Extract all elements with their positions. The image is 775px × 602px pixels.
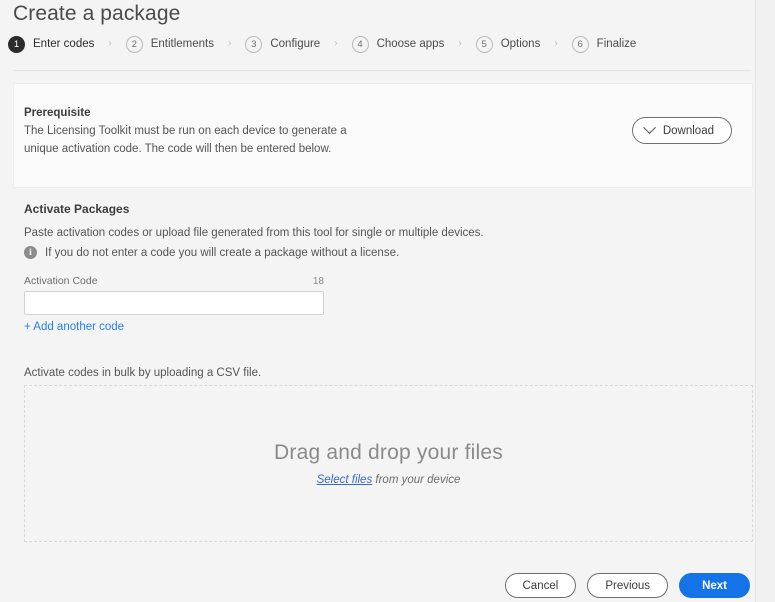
bulk-upload-label: Activate codes in bulk by uploading a CS… xyxy=(24,367,262,379)
create-package-page: Create a package 1 Enter codes › 2 Entit… xyxy=(0,0,775,602)
wizard-stepper: 1 Enter codes › 2 Entitlements › 3 Confi… xyxy=(8,33,636,55)
step-separator-icon: › xyxy=(458,38,462,49)
step-separator-icon: › xyxy=(228,38,232,49)
activation-code-label-row: Activation Code 18 xyxy=(24,275,324,287)
step-number: 1 xyxy=(8,35,25,53)
step-number: 6 xyxy=(571,35,589,53)
step-separator-icon: › xyxy=(554,38,558,49)
step-finalize[interactable]: 6 Finalize xyxy=(571,35,637,53)
step-label: Finalize xyxy=(596,38,637,50)
step-enter-codes[interactable]: 1 Enter codes xyxy=(8,35,95,53)
next-button[interactable]: Next xyxy=(679,573,750,598)
step-separator-icon: › xyxy=(108,38,112,49)
dropzone-title: Drag and drop your files xyxy=(274,441,503,464)
license-note: i If you do not enter a code you will cr… xyxy=(24,246,399,259)
step-number: 3 xyxy=(245,35,263,53)
previous-button[interactable]: Previous xyxy=(587,573,669,598)
step-choose-apps[interactable]: 4 Choose apps xyxy=(351,35,445,53)
step-configure[interactable]: 3 Configure xyxy=(245,35,321,53)
prerequisite-title: Prerequisite xyxy=(24,107,91,119)
step-label: Enter codes xyxy=(33,38,95,50)
activation-code-counter: 18 xyxy=(312,276,324,287)
add-another-code-link[interactable]: + Add another code xyxy=(24,321,124,333)
activation-code-input[interactable] xyxy=(24,291,324,315)
download-button-label: Download xyxy=(662,124,714,137)
step-entitlements[interactable]: 2 Entitlements xyxy=(125,35,214,53)
step-separator-icon: › xyxy=(334,38,338,49)
activation-code-field: Activation Code 18 xyxy=(24,275,324,315)
select-files-link[interactable]: Select files xyxy=(317,474,373,486)
cancel-button[interactable]: Cancel xyxy=(504,573,577,598)
license-note-text: If you do not enter a code you will crea… xyxy=(45,246,400,259)
header-divider xyxy=(13,70,751,71)
step-label: Configure xyxy=(270,38,321,50)
download-button[interactable]: Download xyxy=(631,117,732,144)
file-dropzone[interactable]: Drag and drop your files Select files fr… xyxy=(24,385,753,542)
chevron-down-icon xyxy=(642,121,656,135)
step-label: Options xyxy=(500,38,541,50)
dropzone-subtitle: Select files from your device xyxy=(317,474,461,486)
step-options[interactable]: 5 Options xyxy=(475,35,541,53)
activate-packages-title: Activate Packages xyxy=(24,202,130,216)
step-number: 4 xyxy=(351,35,369,53)
step-label: Choose apps xyxy=(376,38,445,50)
prerequisite-card: Prerequisite The Licensing Toolkit must … xyxy=(13,83,753,188)
step-label: Entitlements xyxy=(150,38,214,50)
step-number: 2 xyxy=(125,35,143,53)
vertical-scrollbar[interactable] xyxy=(755,0,775,602)
activate-packages-subtitle: Paste activation codes or upload file ge… xyxy=(24,227,484,239)
info-icon: i xyxy=(24,246,37,259)
step-number: 5 xyxy=(475,35,493,53)
dropzone-subtitle-suffix: from your device xyxy=(372,474,461,486)
activation-code-label: Activation Code xyxy=(24,275,98,287)
wizard-footer: Cancel Previous Next xyxy=(504,573,750,598)
page-title: Create a package xyxy=(13,2,181,25)
prerequisite-body: The Licensing Toolkit must be run on eac… xyxy=(24,125,347,155)
